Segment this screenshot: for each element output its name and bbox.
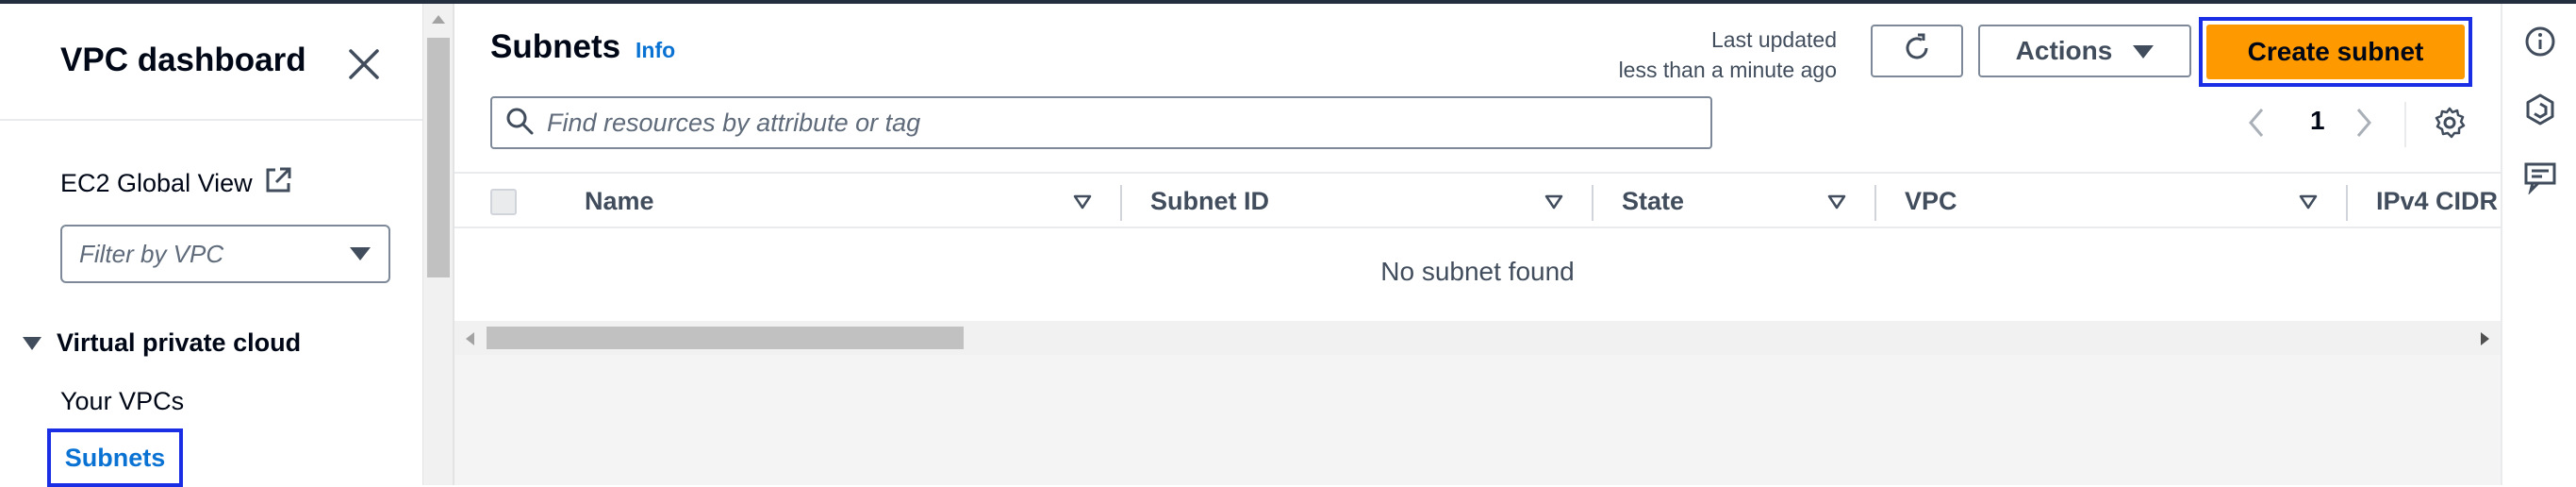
select-all-checkbox[interactable] (490, 189, 517, 215)
column-header-ipv4-cidr[interactable]: IPv4 CIDR (2376, 187, 2498, 216)
caret-down-icon (2133, 36, 2155, 66)
search-icon (505, 107, 534, 140)
refresh-button[interactable] (1871, 25, 1963, 77)
refresh-icon (1901, 32, 1933, 71)
last-updated-status: Last updated less than a minute ago (1619, 25, 1837, 85)
column-header-state[interactable]: State (1622, 187, 1684, 216)
chevron-left-icon[interactable] (2246, 106, 2269, 144)
filter-by-vpc-select[interactable]: Filter by VPC (60, 225, 390, 283)
sort-caret-icon[interactable] (1827, 194, 1846, 214)
current-page-number[interactable]: 1 (2310, 106, 2325, 136)
filter-by-vpc-placeholder: Filter by VPC (79, 239, 224, 268)
caret-down-icon (23, 328, 41, 358)
sidebar-scrollbar[interactable] (422, 4, 453, 485)
sidebar-item-your-vpcs[interactable]: Your VPCs (60, 387, 184, 416)
actions-dropdown-button[interactable]: Actions (1978, 25, 2191, 77)
actions-label: Actions (2015, 36, 2113, 65)
scrollbar-thumb[interactable] (487, 327, 964, 349)
feedback-icon[interactable] (2523, 160, 2557, 195)
info-icon[interactable] (2523, 25, 2557, 59)
close-icon[interactable] (345, 45, 383, 83)
tools-rail (2501, 4, 2576, 485)
create-subnet-button[interactable]: Create subnet (2206, 25, 2465, 79)
ec2-global-view-label: EC2 Global View (60, 169, 253, 197)
hexagon-icon[interactable] (2523, 92, 2557, 126)
create-subnet-highlight: Create subnet (2199, 17, 2472, 87)
page-title: Subnets (490, 28, 621, 65)
external-link-icon (264, 166, 292, 201)
table-header: Name Subnet ID State VPC IPv4 CIDR (454, 172, 2501, 228)
column-header-vpc[interactable]: VPC (1905, 187, 1957, 216)
section-title: Virtual private cloud (57, 328, 302, 357)
main-content: Subnets Info Last updated less than a mi… (453, 4, 2501, 485)
navigation-sidebar: VPC dashboard EC2 Global View Filter by … (0, 4, 422, 487)
scroll-left-arrow[interactable] (466, 332, 474, 345)
caret-down-icon (349, 240, 372, 269)
table-horizontal-scrollbar[interactable] (454, 321, 2501, 355)
sidebar-item-subnets[interactable]: Subnets (47, 428, 183, 487)
pagination-divider (2404, 102, 2406, 147)
section-virtual-private-cloud[interactable]: Virtual private cloud (23, 328, 301, 358)
search-bar[interactable] (490, 96, 1712, 149)
sort-caret-icon[interactable] (1544, 194, 1563, 214)
sort-caret-icon[interactable] (1073, 194, 1092, 214)
pagination: 1 (2246, 102, 2510, 147)
sort-caret-icon[interactable] (2299, 194, 2318, 214)
search-input[interactable] (547, 108, 1678, 138)
column-header-name[interactable]: Name (585, 187, 654, 216)
column-header-subnet-id[interactable]: Subnet ID (1150, 187, 1269, 216)
info-link[interactable]: Info (636, 38, 675, 63)
chevron-right-icon[interactable] (2352, 106, 2374, 144)
scroll-up-arrow[interactable] (432, 15, 445, 24)
sidebar-divider (0, 119, 422, 121)
column-divider[interactable] (1592, 185, 1593, 221)
last-updated-label: Last updated (1710, 27, 1837, 52)
column-divider[interactable] (1120, 185, 1122, 221)
last-updated-time: less than a minute ago (1618, 58, 1837, 82)
empty-state-message: No subnet found (1380, 257, 1575, 286)
scroll-right-arrow[interactable] (2481, 332, 2489, 345)
column-divider[interactable] (2346, 185, 2348, 221)
gear-icon[interactable] (2433, 106, 2467, 144)
ec2-global-view-link[interactable]: EC2 Global View (60, 166, 292, 201)
subnets-table-container: Subnets Info Last updated less than a mi… (454, 4, 2501, 321)
column-divider[interactable] (1874, 185, 1876, 221)
sidebar-title: VPC dashboard (60, 42, 306, 78)
scrollbar-thumb[interactable] (427, 38, 450, 277)
